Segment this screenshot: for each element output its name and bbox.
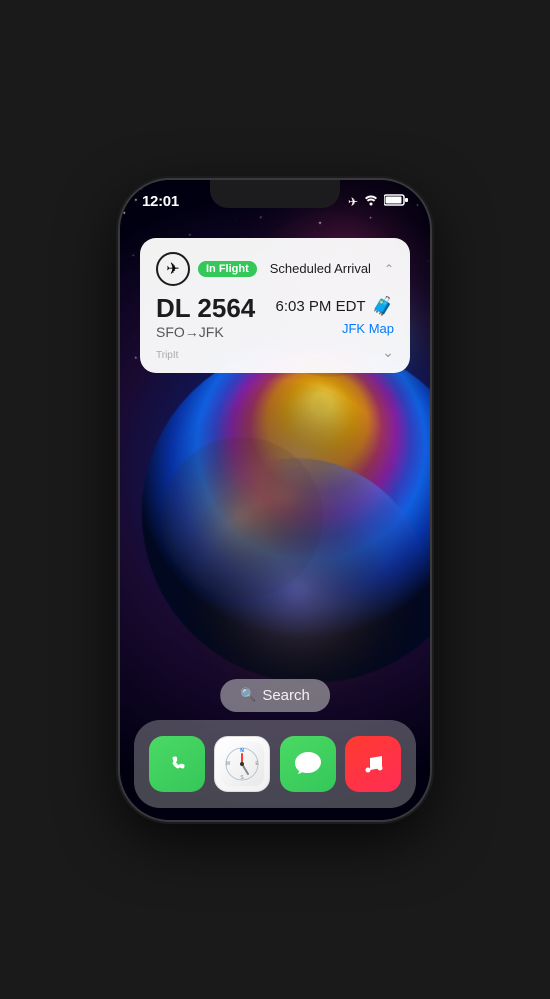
spotlight-search[interactable]: 🔍 Search (220, 679, 330, 712)
search-icon: 🔍 (240, 687, 256, 703)
status-time: 12:01 (142, 193, 179, 210)
widget-body: DL 2564 SFO→JFK 6:03 PM EDT 🧳 JFK Map (156, 294, 394, 341)
status-icons: ✈ (348, 194, 408, 209)
svg-text:N: N (240, 748, 244, 754)
flight-notification-widget[interactable]: ✈ In Flight Scheduled Arrival ⌃ DL 2564 … (140, 238, 410, 374)
in-flight-badge: In Flight (198, 261, 257, 277)
widget-left: ✈ In Flight (156, 252, 257, 286)
luggage-icon: 🧳 (372, 296, 394, 317)
app-name: TripIt (156, 350, 178, 361)
jfk-map-link[interactable]: JFK Map (342, 321, 394, 336)
flight-route: SFO→JFK (156, 324, 255, 340)
dock: N S W E (134, 720, 416, 808)
notch (210, 180, 340, 208)
dock-phone-icon[interactable] (149, 736, 205, 792)
flight-info-right: 6:03 PM EDT 🧳 JFK Map (276, 294, 394, 336)
flight-icon: ✈ (156, 252, 190, 286)
chevron-up-icon[interactable]: ⌃ (384, 262, 394, 276)
dock-messages-icon[interactable] (280, 736, 336, 792)
flight-number: DL 2564 (156, 294, 255, 323)
wifi-icon (363, 194, 379, 209)
search-label: Search (262, 687, 310, 704)
dock-safari-icon[interactable]: N S W E (214, 736, 270, 792)
widget-header: ✈ In Flight Scheduled Arrival ⌃ (156, 252, 394, 286)
airplane-mode-icon: ✈ (348, 195, 358, 209)
svg-text:W: W (226, 761, 231, 767)
scheduled-arrival-label: Scheduled Arrival (270, 261, 371, 276)
chevron-down-icon[interactable]: ⌄ (382, 344, 394, 361)
dock-music-icon[interactable] (345, 736, 401, 792)
widget-right-header: Scheduled Arrival (270, 261, 371, 276)
phone-screen: 12:01 ✈ (120, 180, 430, 820)
battery-icon (384, 194, 408, 209)
arrival-time: 6:03 PM EDT 🧳 (276, 296, 394, 317)
phone-frame: 12:01 ✈ (120, 180, 430, 820)
flight-info-left: DL 2564 SFO→JFK (156, 294, 255, 341)
